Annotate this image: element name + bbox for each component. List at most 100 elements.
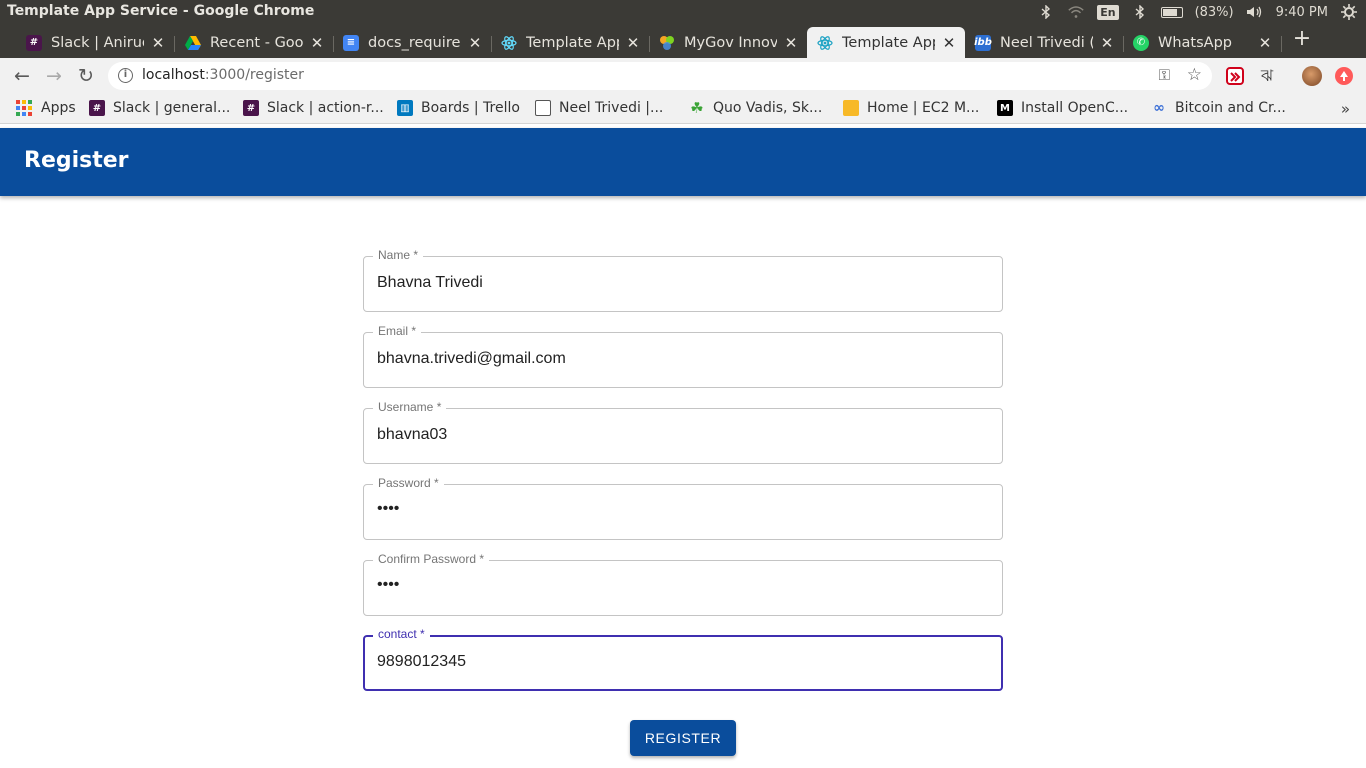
key-icon[interactable]: ⚿ [1159, 66, 1170, 84]
medium-icon: M [997, 100, 1013, 116]
new-tab-button[interactable]: + [1292, 28, 1312, 50]
name-label: Name * [373, 248, 424, 262]
ibb-icon: ibb [974, 34, 992, 51]
bookmark-neel-trivedi[interactable]: Neel Trivedi |... [535, 100, 663, 116]
os-top-bar: Template App Service - Google Chrome En … [0, 0, 1366, 24]
bookmark-slack-general[interactable]: # Slack | general... [89, 100, 230, 116]
close-icon[interactable]: ✕ [309, 34, 325, 52]
tab-template-app-active[interactable]: Template App ✕ [807, 27, 965, 58]
tab-label: Recent - Google [210, 34, 303, 51]
bookmark-label: Quo Vadis, Sk... [713, 100, 823, 116]
email-input[interactable]: bhavna.trivedi@gmail.com [377, 350, 566, 368]
slack-icon: # [89, 100, 105, 116]
close-icon[interactable]: ✕ [941, 34, 957, 52]
battery-icon[interactable] [1160, 6, 1183, 18]
app-header: Register [0, 128, 1366, 196]
back-arrow-icon[interactable]: ← [12, 66, 32, 86]
bookmark-star-icon[interactable]: ☆ [1187, 65, 1202, 85]
bookmark-apps[interactable]: Apps [16, 100, 76, 116]
extension-alert-icon[interactable] [1335, 67, 1353, 85]
tab-whatsapp[interactable]: ✆ WhatsApp ✕ [1123, 27, 1281, 58]
bluetooth-icon[interactable] [1037, 3, 1055, 21]
close-icon[interactable]: ✕ [467, 34, 483, 52]
email-field[interactable]: Email * bhavna.trivedi@gmail.com [363, 324, 1003, 388]
clock[interactable]: 9:40 PM [1276, 5, 1328, 20]
register-button[interactable]: REGISTER [630, 720, 736, 756]
confirm-password-field[interactable]: Confirm Password * •••• [363, 552, 1003, 616]
address-bar[interactable]: i localhost:3000/register ⚿ ☆ [108, 62, 1212, 90]
tab-google-drive[interactable]: Recent - Google ✕ [175, 27, 333, 58]
slack-icon: # [26, 34, 42, 51]
keyboard-layout-badge[interactable]: En [1097, 4, 1119, 20]
tab-label: Template App [526, 34, 619, 51]
page-title: Register [24, 148, 129, 173]
password-field[interactable]: Password * •••• [363, 476, 1003, 540]
wifi-icon[interactable] [1067, 3, 1085, 21]
url-text[interactable]: localhost:3000/register [142, 67, 304, 83]
browser-toolbar: ← → ↻ i localhost:3000/register ⚿ ☆ ঝ [0, 58, 1366, 94]
bookmark-label: Slack | general... [113, 100, 231, 116]
tab-label: docs_required [368, 34, 461, 51]
volume-icon[interactable] [1246, 3, 1264, 21]
close-icon[interactable]: ✕ [625, 34, 641, 52]
battery-percent: (83%) [1194, 4, 1234, 20]
bookmark-ec2[interactable]: Home | EC2 M... [843, 100, 979, 116]
bookmark-label: Home | EC2 M... [867, 100, 980, 116]
confirm-password-input[interactable]: •••• [377, 576, 399, 594]
extension-red-icon[interactable] [1226, 67, 1244, 85]
leaf-icon: ☘ [690, 99, 704, 117]
name-input[interactable]: Bhavna Trivedi [377, 274, 483, 292]
close-icon[interactable]: ✕ [1257, 34, 1273, 52]
password-label: Password * [373, 476, 444, 490]
tab-docs[interactable]: ≡ docs_required ✕ [333, 27, 491, 58]
tab-label: Neel Trivedi (n [1000, 34, 1093, 51]
docs-icon: ≡ [343, 34, 359, 51]
bookmark-bitcoin[interactable]: ∞ Bitcoin and Cr... [1151, 100, 1286, 116]
settings-gear-icon[interactable] [1340, 3, 1358, 21]
contact-input[interactable]: 9898012345 [377, 653, 466, 671]
bookmark-label: Apps [41, 100, 76, 116]
name-field[interactable]: Name * Bhavna Trivedi [363, 248, 1003, 312]
bookmarks-overflow-chevron-icon[interactable]: » [1341, 100, 1350, 118]
site-info-icon[interactable]: i [118, 68, 133, 83]
extension-script-icon[interactable]: ঝ [1258, 67, 1276, 85]
tab-template-app-1[interactable]: Template App ✕ [491, 27, 649, 58]
drive-icon [185, 35, 201, 51]
close-icon[interactable]: ✕ [1099, 34, 1115, 52]
bookmark-install-opencv[interactable]: M Install OpenC... [997, 100, 1128, 116]
slack-icon: # [243, 100, 259, 116]
username-input[interactable]: bhavna03 [377, 426, 447, 444]
url-path: :3000/register [204, 67, 304, 83]
bookmark-quo-vadis[interactable]: ☘ Quo Vadis, Sk... [689, 99, 823, 117]
bookmark-label: Install OpenC... [1021, 100, 1129, 116]
bluetooth-status-icon[interactable] [1131, 3, 1149, 21]
tab-label: MyGov Innova [684, 34, 777, 51]
tab-slack[interactable]: # Slack | Anirudh ✕ [16, 27, 174, 58]
tab-mygov[interactable]: MyGov Innova ✕ [649, 27, 807, 58]
tab-label: WhatsApp [1158, 34, 1232, 51]
forward-arrow-icon[interactable]: → [44, 66, 64, 86]
apps-grid-icon [16, 100, 32, 116]
bookmark-label: Boards | Trello [421, 100, 520, 116]
whatsapp-icon: ✆ [1133, 34, 1149, 51]
username-label: Username * [373, 400, 447, 414]
close-icon[interactable]: ✕ [150, 34, 166, 52]
profile-avatar[interactable] [1302, 66, 1322, 86]
page-icon [535, 100, 551, 116]
system-tray: En (83%) 9:40 PM [1037, 0, 1358, 24]
bookmark-slack-action[interactable]: # Slack | action-r... [243, 100, 384, 116]
box-icon [843, 100, 859, 116]
tab-neel-trivedi[interactable]: ibb Neel Trivedi (n ✕ [965, 27, 1123, 58]
url-host: localhost [142, 67, 205, 83]
mygov-icon [659, 35, 675, 51]
react-icon [501, 35, 517, 51]
tab-separator [1281, 36, 1282, 52]
username-field[interactable]: Username * bhavna03 [363, 400, 1003, 464]
contact-field[interactable]: contact * 9898012345 [363, 627, 1003, 691]
password-input[interactable]: •••• [377, 500, 399, 518]
reload-icon[interactable]: ↻ [76, 66, 96, 86]
close-icon[interactable]: ✕ [783, 34, 799, 52]
react-icon [817, 35, 833, 51]
bookmark-trello[interactable]: ▥ Boards | Trello [397, 100, 520, 116]
confirm-password-label: Confirm Password * [373, 552, 490, 566]
